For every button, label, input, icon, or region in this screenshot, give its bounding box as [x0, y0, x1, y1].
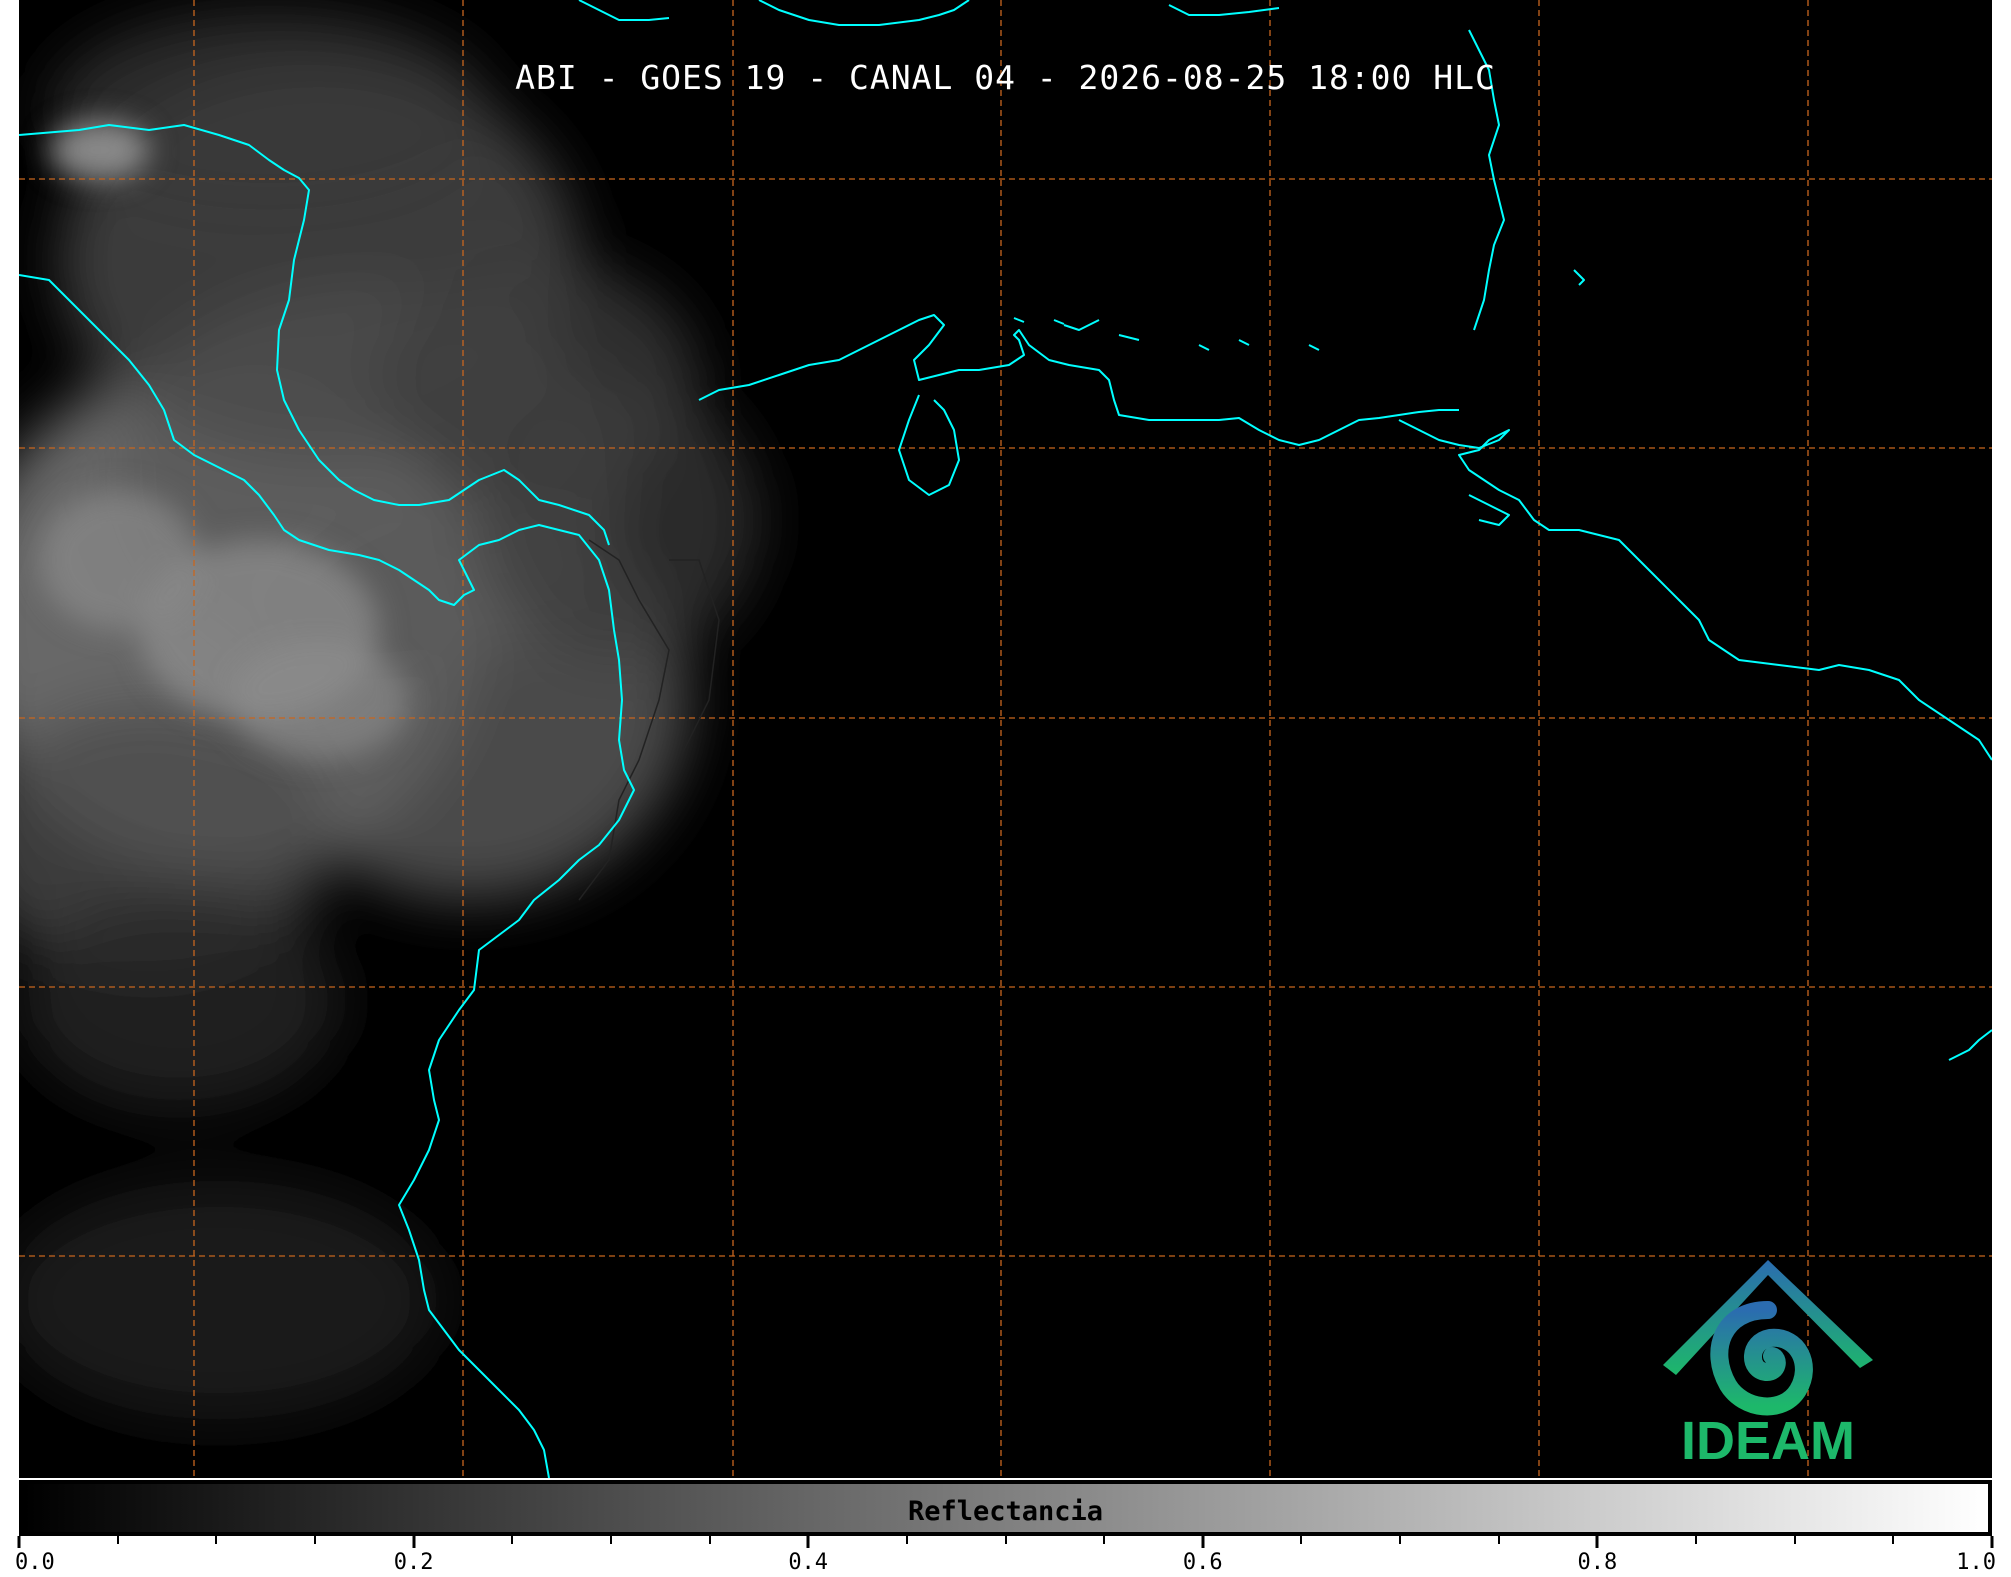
- colorbar-tick-label: 0.6: [1182, 1550, 1223, 1575]
- ideam-mountain-spiral-icon: [1663, 1260, 1873, 1416]
- colorbar-tick-label: 0.0: [15, 1550, 55, 1575]
- coast-hispaniola: [758, 0, 970, 26]
- colorbar-minor-tick: [511, 1536, 514, 1544]
- map-title: ABI - GOES 19 - CANAL 04 - 2026-08-25 18…: [515, 58, 1496, 97]
- coast-guyana: [1948, 1029, 1992, 1061]
- colorbar-label: Reflectancia: [907, 1496, 1104, 1527]
- colorbar-major-tick: [1201, 1536, 1205, 1548]
- coast-venezuela: [1398, 419, 1992, 761]
- colorbar-minor-tick: [1399, 1536, 1402, 1544]
- colorbar-tick-label: 0.8: [1577, 1550, 1618, 1575]
- colorbar-major-tick: [806, 1536, 810, 1548]
- colorbar: Reflectancia: [19, 1480, 1992, 1536]
- colorbar-major-tick: [412, 1536, 416, 1548]
- coast-lake-maracaibo: [898, 394, 960, 496]
- colorbar-minor-tick: [609, 1536, 612, 1544]
- colorbar-ticks: 0.0 0.2 0.4 0.6 0.8 1.0: [15, 1536, 1996, 1577]
- coast-venezuela-islands: [1063, 319, 1320, 351]
- coast-trinidad: [1468, 494, 1510, 526]
- colorbar-minor-tick: [708, 1536, 711, 1544]
- coast-cuba: [578, 0, 670, 21]
- colorbar-minor-tick: [905, 1536, 908, 1544]
- colorbar-minor-tick: [116, 1536, 119, 1544]
- colorbar-tick-label: 0.2: [393, 1550, 434, 1575]
- colorbar-tick-label: 0.4: [788, 1550, 829, 1575]
- colorbar-tick-label: 1.0: [1956, 1550, 1996, 1575]
- ideam-logo-text: IDEAM: [1681, 1411, 1855, 1471]
- coast-guajira: [698, 314, 1459, 446]
- ideam-logo: IDEAM: [1648, 1250, 1888, 1472]
- coast-small-island: [1573, 269, 1585, 286]
- colorbar-minor-tick: [1793, 1536, 1796, 1544]
- colorbar-minor-tick: [1004, 1536, 1007, 1544]
- colorbar-minor-tick: [1300, 1536, 1303, 1544]
- colorbar-minor-tick: [313, 1536, 316, 1544]
- colorbar-minor-tick: [1695, 1536, 1698, 1544]
- colorbar-major-tick: [1595, 1536, 1599, 1548]
- coast-puerto-rico: [1168, 4, 1280, 16]
- colorbar-minor-tick: [1103, 1536, 1106, 1544]
- colorbar-major-tick: [1990, 1536, 1994, 1548]
- colorbar-minor-tick: [215, 1536, 218, 1544]
- coast-abc-islands: [1013, 317, 1065, 325]
- colorbar-minor-tick: [1892, 1536, 1895, 1544]
- colorbar-major-tick: [17, 1536, 21, 1548]
- colorbar-minor-tick: [1497, 1536, 1500, 1544]
